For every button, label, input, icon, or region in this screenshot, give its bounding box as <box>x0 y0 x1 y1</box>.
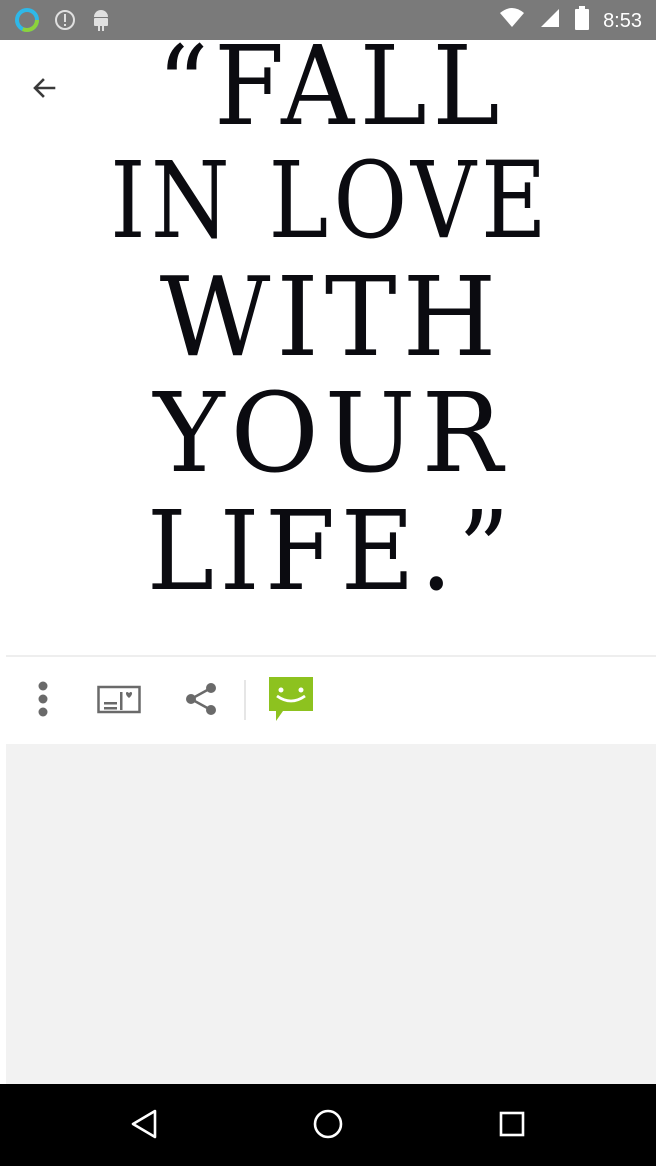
ring-status-icon <box>14 7 40 38</box>
nav-back-button[interactable] <box>122 1104 166 1148</box>
back-button[interactable] <box>18 66 68 116</box>
system-nav-bar <box>0 1084 656 1166</box>
status-bar: 8:53 <box>0 0 656 40</box>
wifi-icon <box>499 7 525 35</box>
share-button[interactable] <box>173 676 229 726</box>
back-triangle-icon <box>129 1108 159 1145</box>
postcard-button[interactable] <box>91 676 147 726</box>
signal-icon <box>539 7 561 35</box>
nav-home-button[interactable] <box>306 1104 350 1148</box>
quote-line-1: “FALL <box>156 40 506 150</box>
quote-line-5: LIFE.” <box>146 487 516 615</box>
battery-icon <box>575 6 590 36</box>
postcard-icon <box>97 684 141 719</box>
quote-line-2: IN LOVE <box>110 139 552 262</box>
quote-image[interactable]: “FALL IN LOVE WITH YOUR LIFE.” <box>6 40 656 656</box>
status-time: 8:53 <box>603 9 642 32</box>
action-toolbar <box>6 660 656 742</box>
comments-panel <box>6 744 656 1084</box>
status-system: 8:53 <box>499 6 642 36</box>
chat-button[interactable] <box>263 676 319 726</box>
chat-smiley-icon <box>267 675 315 728</box>
nav-recents-button[interactable] <box>490 1104 534 1148</box>
more-options-icon <box>36 681 50 722</box>
quote-line-3: WITH <box>159 253 503 381</box>
toolbar-separator <box>244 680 246 720</box>
quote-line-4: YOUR <box>153 369 509 497</box>
image-divider <box>6 655 656 657</box>
more-options-button[interactable] <box>15 676 71 726</box>
android-status-icon <box>90 8 112 37</box>
status-notifications <box>14 7 112 38</box>
home-circle-icon <box>312 1108 344 1145</box>
recents-square-icon <box>498 1110 526 1143</box>
back-arrow-icon <box>28 74 58 109</box>
info-status-icon <box>54 9 76 36</box>
share-icon <box>184 682 218 721</box>
